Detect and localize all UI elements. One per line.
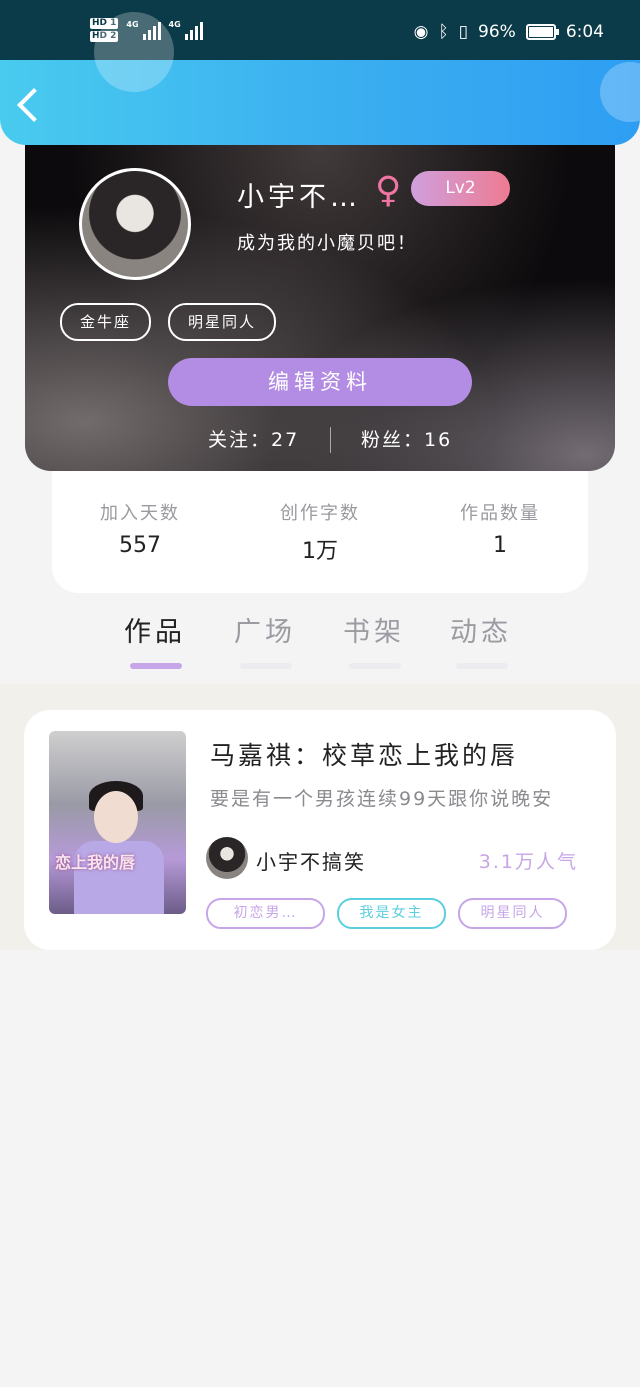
network-type-2: 4G [168, 20, 181, 29]
tab-indicator [456, 663, 508, 669]
cover-text: 恋上我的唇 [55, 853, 136, 872]
stat-divider [330, 427, 331, 453]
author-avatar[interactable] [206, 837, 248, 879]
back-chevron-icon[interactable] [17, 88, 51, 122]
author-name[interactable]: 小宇不搞笑 [256, 846, 366, 875]
header-bar [0, 12, 640, 145]
clock: 6:04 [565, 22, 604, 42]
stat-work-count: 作品数量 1 [420, 499, 580, 558]
tab-label: 广场 [234, 617, 296, 648]
tab-label: 作品 [124, 617, 186, 648]
tab-label: 书架 [343, 617, 405, 648]
tab-works[interactable]: 作品 [110, 610, 200, 669]
following-count[interactable]: 关注：27 [208, 425, 299, 452]
stats-panel: 加入天数 557 创作字数 1万 作品数量 1 [52, 471, 588, 593]
tab-indicator [130, 663, 182, 669]
profile-tag[interactable]: 金牛座 [60, 303, 152, 341]
content-tabs: 作品 广场 书架 动态 [0, 610, 640, 680]
work-tag[interactable]: 明星同人 [458, 898, 567, 929]
tab-indicator [349, 663, 401, 669]
battery-percent: 96% [478, 22, 516, 42]
signal-2-icon: 4G [169, 20, 203, 40]
system-indicators: ◉ ᛒ ▯ 96% 6:04 [414, 22, 604, 42]
work-tags: 初恋男… 我是女主 明星同人 [206, 898, 567, 929]
avatar[interactable] [79, 168, 191, 280]
work-cover-image[interactable]: 恋上我的唇 [49, 731, 186, 914]
tab-indicator [240, 663, 292, 669]
popularity-count: 3.1万人气 [478, 851, 578, 873]
stat-value: 557 [119, 533, 161, 558]
battery-icon [525, 24, 559, 40]
tab-bookshelf[interactable]: 书架 [329, 610, 419, 669]
decor-bubble [600, 62, 640, 122]
decor-bubble [94, 12, 174, 92]
work-tag[interactable]: 我是女主 [337, 898, 446, 929]
work-title[interactable]: 马嘉祺：校草恋上我的唇 [210, 736, 518, 772]
tab-activity[interactable]: 动态 [436, 610, 526, 669]
edit-profile-button[interactable]: 编辑资料 [168, 358, 472, 406]
stat-word-count: 创作字数 1万 [240, 499, 400, 565]
username: 小宇不… [237, 182, 361, 213]
bluetooth-icon: ᛒ [438, 22, 449, 42]
tab-label: 动态 [450, 617, 512, 648]
stat-label: 加入天数 [100, 503, 180, 524]
work-description: 要是有一个男孩连续99天跟你说晚安 [210, 788, 554, 810]
profile-tags: 金牛座 明星同人 [60, 303, 277, 341]
fans-count[interactable]: 粉丝：16 [361, 425, 452, 452]
profile-tag[interactable]: 明星同人 [168, 303, 277, 341]
bio-text: 成为我的小魔贝吧！ [237, 233, 417, 254]
profile-card: 小宇不… ♀ Lv2 成为我的小魔贝吧！ 金牛座 明星同人 编辑资料 关注：27… [25, 145, 615, 471]
stat-value: 1万 [302, 539, 338, 564]
stat-label: 创作字数 [280, 503, 360, 524]
tab-square[interactable]: 广场 [220, 610, 310, 669]
work-card[interactable]: 恋上我的唇 马嘉祺：校草恋上我的唇 要是有一个男孩连续99天跟你说晚安 小宇不搞… [24, 710, 616, 950]
female-gender-icon: ♀ [375, 170, 402, 211]
eye-icon: ◉ [413, 22, 429, 42]
stat-value: 1 [493, 533, 507, 558]
work-tag[interactable]: 初恋男… [206, 898, 325, 929]
stat-label: 作品数量 [460, 503, 540, 524]
vibrate-icon: ▯ [458, 22, 469, 42]
level-badge: Lv2 [411, 171, 510, 206]
stat-join-days: 加入天数 557 [60, 499, 220, 558]
